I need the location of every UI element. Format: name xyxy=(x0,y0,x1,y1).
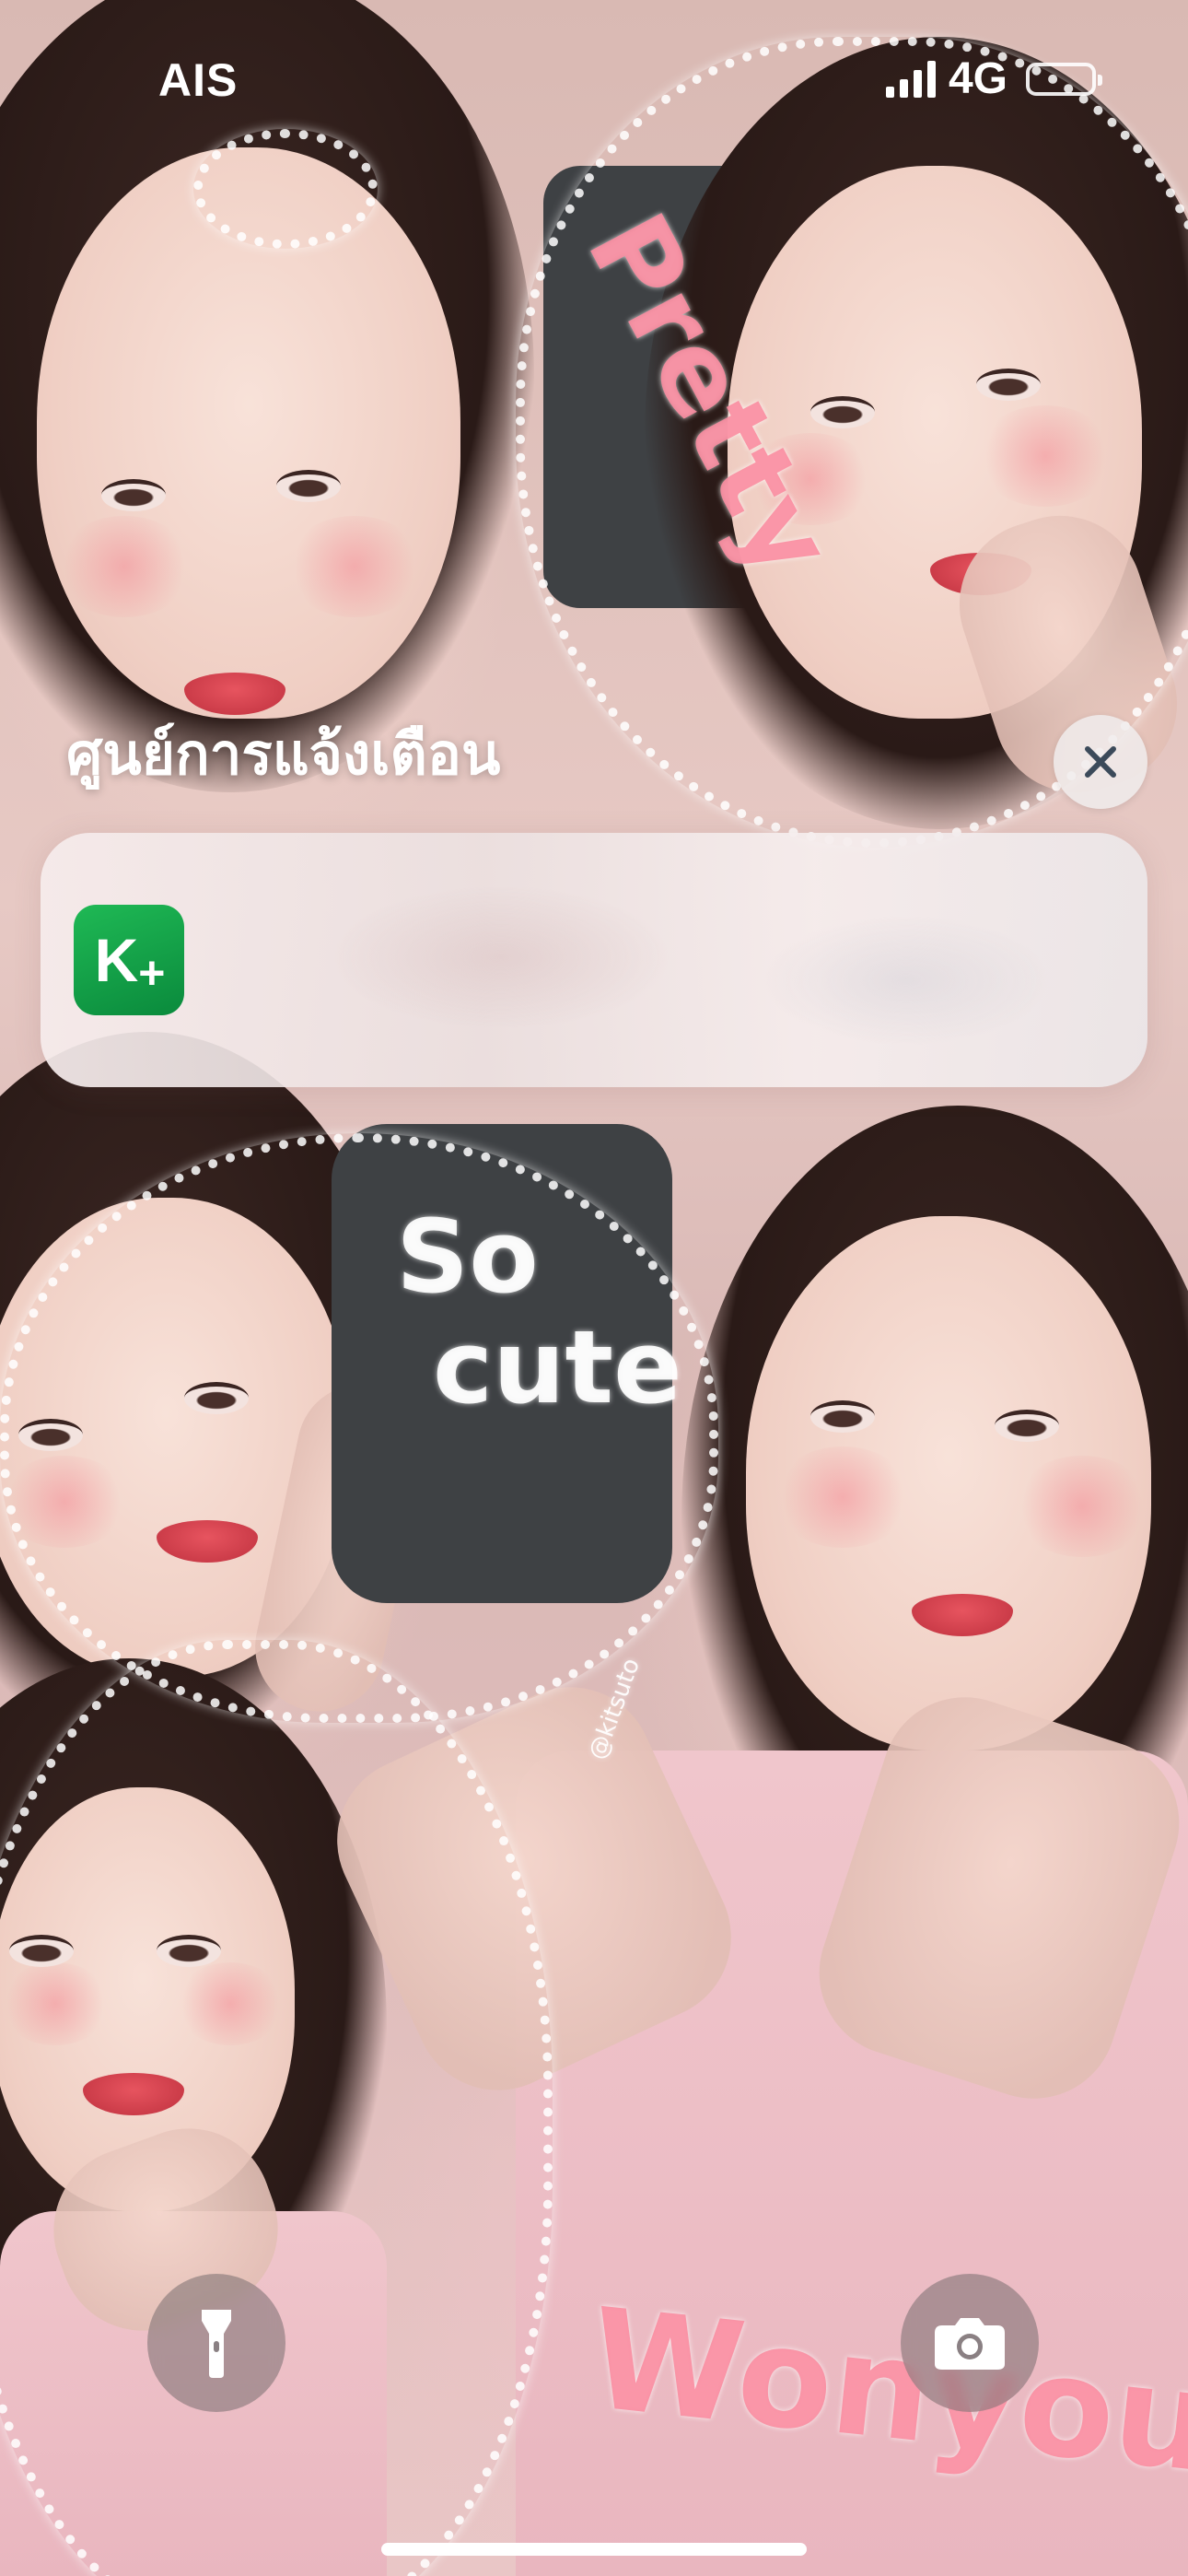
wallpaper-scribble-heart-middle xyxy=(0,1133,718,1723)
flashlight-icon xyxy=(202,2310,231,2378)
network-type: 4G xyxy=(948,54,1007,103)
wallpaper-scribble-bottom xyxy=(0,1640,553,2576)
wallpaper-text-so: So xyxy=(396,1198,539,1316)
notification-card[interactable] xyxy=(41,833,1147,1087)
cellular-signal-icon xyxy=(885,60,936,98)
app-icon-label: K+ xyxy=(94,926,166,999)
camera-button[interactable] xyxy=(901,2274,1039,2412)
flashlight-button[interactable] xyxy=(147,2274,285,2412)
status-indicators: 4G xyxy=(885,53,1102,104)
clear-notifications-button[interactable] xyxy=(1054,715,1147,809)
wallpaper-text-cute: cute xyxy=(433,1308,682,1426)
camera-icon xyxy=(935,2318,1005,2370)
status-bar: AIS 4G xyxy=(0,0,1188,157)
battery-icon xyxy=(1026,62,1102,96)
close-icon xyxy=(1085,746,1116,778)
notification-center-title: ศูนย์การแจ้งเตือน xyxy=(66,720,501,788)
app-icon-plus: + xyxy=(138,947,165,999)
lock-screen: Pretty So cute @kitsuto Wonyoung AIS 4G … xyxy=(0,0,1188,2576)
wallpaper: Pretty So cute @kitsuto Wonyoung xyxy=(0,0,1188,2576)
kplus-app-icon: K+ xyxy=(74,905,184,1015)
carrier-name: AIS xyxy=(158,54,239,106)
home-indicator[interactable] xyxy=(381,2543,807,2556)
notification-content-blurred xyxy=(243,870,1127,1045)
